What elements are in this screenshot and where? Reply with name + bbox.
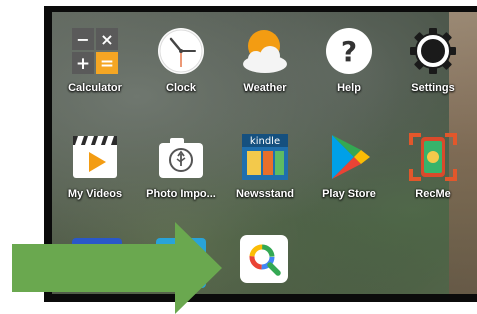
app-label: My Videos [67, 188, 123, 200]
app-label: Calculator [68, 82, 122, 94]
app-label: Clock [166, 82, 196, 94]
app-weather[interactable]: Weather [220, 26, 310, 94]
help-icon: ? [324, 26, 374, 76]
app-recme[interactable]: RecMe [388, 132, 477, 200]
app-label: Photo Impo... [146, 188, 216, 200]
app-label: Newsstand [235, 188, 295, 200]
app-label: Settings [411, 82, 455, 94]
calc-times: × [100, 30, 113, 49]
kindle-newsstand-icon: kindle [240, 132, 290, 182]
app-label: Play Store [322, 188, 376, 200]
app-label: RecMe [415, 188, 451, 200]
recme-icon [408, 132, 458, 182]
app-calculator[interactable]: − × + = Calculator [52, 26, 140, 94]
help-symbol: ? [341, 35, 357, 68]
app-newsstand[interactable]: kindle Newsstand [220, 132, 310, 200]
calculator-icon: − × + = [70, 26, 120, 76]
app-label: Help [337, 82, 361, 94]
calc-minus: − [76, 30, 89, 49]
app-my-videos[interactable]: My Videos [52, 132, 140, 200]
settings-icon [408, 26, 458, 76]
pointer-arrow [12, 222, 222, 314]
calc-equals: = [100, 54, 114, 74]
play-store-icon [324, 132, 374, 182]
photo-import-icon [156, 132, 206, 182]
calc-plus: + [76, 54, 90, 74]
search-app-icon [239, 234, 289, 284]
kindle-wordmark: kindle [250, 136, 280, 147]
app-settings[interactable]: Settings [388, 26, 477, 94]
app-help[interactable]: ? Help [304, 26, 394, 94]
app-play-store[interactable]: Play Store [304, 132, 394, 200]
video-icon [70, 132, 120, 182]
app-photo-import[interactable]: Photo Impo... [136, 132, 226, 200]
app-search[interactable] [238, 234, 290, 284]
app-label: Weather [243, 82, 287, 94]
weather-icon [240, 26, 290, 76]
app-clock[interactable]: Clock [136, 26, 226, 94]
clock-icon [156, 26, 206, 76]
